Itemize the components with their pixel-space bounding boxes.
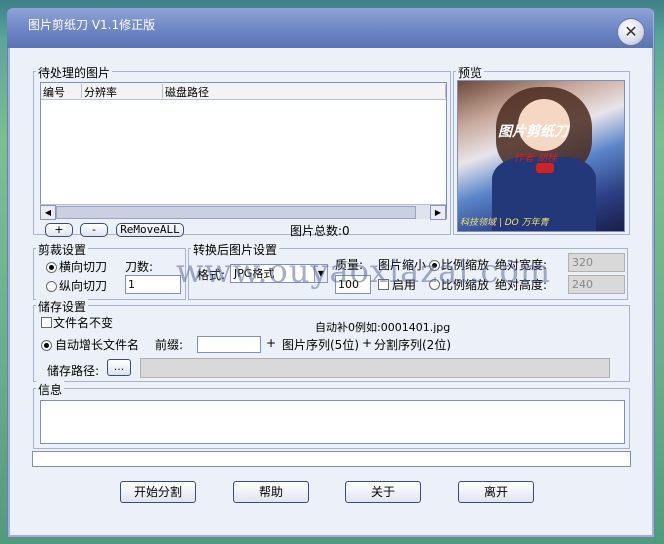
- prefix-label: 前缀:: [155, 338, 184, 352]
- about-button[interactable]: 关于: [345, 481, 421, 503]
- preview-text-mid: 作者 胡桂: [514, 153, 558, 164]
- status-bar: [32, 451, 631, 467]
- scroll-left-icon[interactable]: ◀: [40, 205, 56, 220]
- plus-sign-1: +: [266, 336, 277, 350]
- info-textbox[interactable]: [40, 400, 625, 444]
- filename-example: 自动补0例如:0001401.jpg: [315, 321, 451, 334]
- pending-images-label: 待处理的图片: [36, 64, 113, 81]
- start-split-button[interactable]: 开始分割: [120, 481, 196, 503]
- browse-button[interactable]: ...: [107, 359, 131, 376]
- remove-all-button[interactable]: ReMoveALL: [116, 223, 184, 237]
- scroll-right-icon[interactable]: ▶: [430, 205, 446, 220]
- window-title: 图片剪纸刀 V1.1修正版: [28, 18, 156, 32]
- preview-text-top: 图片剪纸刀: [498, 124, 568, 140]
- info-label: 信息: [36, 381, 65, 398]
- vertical-cut-radio[interactable]: [46, 281, 57, 292]
- plus-sign-2: +: [362, 336, 373, 350]
- column-header-id[interactable]: 编号: [41, 84, 82, 99]
- image-total-count: 图片总数:0: [290, 224, 350, 238]
- auto-filename-label[interactable]: 自动增长文件名: [55, 336, 139, 353]
- auto-filename-radio[interactable]: [41, 340, 52, 351]
- keep-filename-checkbox[interactable]: [41, 317, 52, 328]
- absolute-height-input[interactable]: 240: [568, 275, 625, 294]
- close-button[interactable]: ✕: [617, 18, 645, 46]
- preview-image: 图片剪纸刀 作者 胡桂 科技领域 | DO 万年青: [457, 80, 625, 232]
- preview-label: 预览: [456, 64, 485, 81]
- knife-count-label: 刀数:: [125, 260, 154, 274]
- horizontal-cut-label[interactable]: 横向切刀: [59, 258, 107, 275]
- close-icon: ✕: [624, 22, 638, 41]
- list-horizontal-scrollbar[interactable]: ◀ ▶: [40, 204, 446, 220]
- vertical-cut-label[interactable]: 纵向切刀: [59, 277, 107, 294]
- preview-art-bow: [536, 163, 554, 173]
- split-sequence-label: 分割序列(2位): [374, 338, 451, 352]
- absolute-width-input[interactable]: 320: [568, 253, 625, 272]
- column-header-path[interactable]: 磁盘路径: [163, 84, 446, 99]
- image-sequence-label: 图片序列(5位): [282, 338, 359, 352]
- list-header: 编号 分辨率 磁盘路径: [41, 83, 446, 100]
- help-button[interactable]: 帮助: [233, 481, 309, 503]
- preview-text-bottom: 科技领域 | DO 万年青: [460, 218, 549, 228]
- scroll-thumb[interactable]: [56, 206, 416, 219]
- save-settings-label: 储存设置: [36, 298, 89, 315]
- cut-settings-label: 剪裁设置: [36, 241, 89, 258]
- knife-count-input[interactable]: 1: [125, 275, 181, 294]
- save-path-label: 储存路径:: [47, 364, 100, 378]
- save-path-input[interactable]: [140, 358, 610, 378]
- horizontal-cut-radio[interactable]: [46, 262, 57, 273]
- exit-button[interactable]: 离开: [458, 481, 534, 503]
- column-header-resolution[interactable]: 分辨率: [82, 84, 163, 99]
- image-list[interactable]: 编号 分辨率 磁盘路径: [40, 82, 447, 219]
- add-image-button[interactable]: +: [45, 223, 73, 237]
- watermark: www.ouyaoxiazai.com: [176, 252, 552, 290]
- keep-filename-label[interactable]: 文件名不变: [53, 314, 113, 331]
- prefix-input[interactable]: [197, 336, 261, 353]
- remove-image-button[interactable]: -: [80, 223, 108, 237]
